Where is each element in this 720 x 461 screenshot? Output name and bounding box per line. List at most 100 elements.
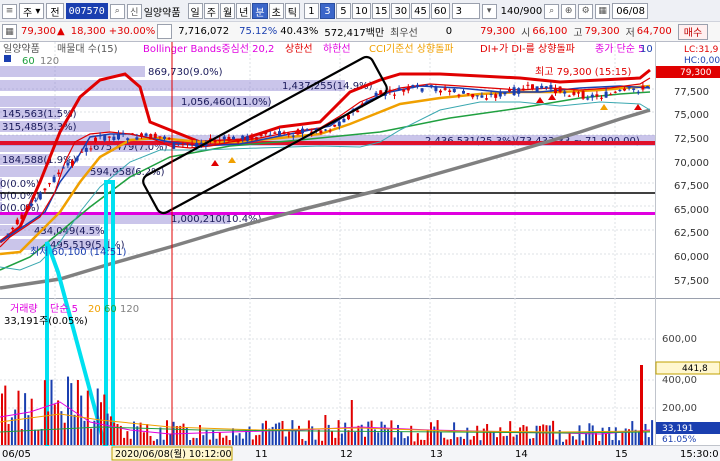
candle-body [531,84,534,90]
chevron-down-icon[interactable]: ▾ [481,3,497,19]
interval-3-button[interactable]: 3 [319,3,335,19]
volume-bar [364,436,366,445]
volume-bar [644,423,647,445]
interval-45-button[interactable]: 45 [411,3,430,19]
volume-profile-label: 869,730(9.0%) [148,67,223,78]
interval-15-button[interactable]: 15 [371,3,391,19]
volume-ratio: 75.12% [239,26,278,37]
volume-bar [321,440,324,445]
period-year-button[interactable]: 년 [236,3,252,19]
volume-legend-60: 60 [104,304,117,315]
period-month-button[interactable]: 월 [219,3,236,19]
interval-1-button[interactable]: 1 [303,3,319,19]
volume-legend-ma: 단순 5 [50,303,78,315]
period-minute-button[interactable]: 분 [252,3,268,19]
candle-body [600,97,603,99]
candle-body [48,183,51,185]
volume-bar [548,425,551,445]
volume-bar [337,420,340,445]
candle-body [462,90,465,94]
volume-bar [466,427,469,445]
period-week-button[interactable]: 주 [203,3,219,19]
volume-bar [631,421,634,445]
interval-buttons: 1 3 5 10 15 30 45 60 [303,3,450,19]
volume-pct-label: 61.05% [662,435,697,445]
preferred-label: 최우선 [390,28,418,39]
volume-bar [90,428,93,445]
volume-bar [449,439,452,445]
search-icon[interactable]: ⌕ [109,3,125,19]
candle-body [558,86,562,93]
time-axis-date: 06/05 [2,449,31,460]
volume-bar [453,422,456,445]
candle-body [273,132,277,134]
volume-bar [281,420,284,445]
candle-body [181,143,185,145]
candle-body [439,90,442,93]
candle-body [416,84,419,87]
volume-bar [426,430,429,445]
candle-body [379,90,383,95]
interval-input[interactable]: 3 [451,3,480,19]
grid-icon[interactable]: ▦ [2,24,17,39]
resistance-line[interactable] [0,141,655,145]
volume-bar [347,430,350,445]
volume-bar [47,411,50,445]
interval-60-button[interactable]: 60 [430,3,450,19]
volume-bar [459,436,462,445]
buy-button[interactable]: 매수 [677,23,709,40]
candle-body [540,85,544,89]
tab-jeon[interactable]: 전 [46,3,64,19]
stock-code-field[interactable]: 007570 [65,3,108,19]
up-arrow-icon: ▲ [57,26,65,37]
interval-10-button[interactable]: 10 [351,3,371,19]
date-field[interactable]: 06/08 [612,3,649,19]
volume-bar [538,425,541,445]
period-second-button[interactable]: 초 [268,3,284,19]
legend-expand-icon[interactable] [4,55,11,62]
volume-bar [133,421,135,445]
candle-body [126,138,130,140]
magnifier-icon[interactable]: ⌕ [544,3,560,19]
candle-body [232,136,235,140]
toggle-box-icon[interactable] [157,24,173,39]
candle-body [140,133,143,137]
candle-body [107,136,111,138]
reference-icon[interactable]: 신 [126,3,142,19]
candle-body [135,137,139,140]
volume-bar [585,432,588,445]
support-line[interactable] [0,212,655,215]
trade-amount: 572,417백만 [324,28,385,39]
volume-bar [443,437,446,445]
crosshair-icon[interactable]: ⊕ [561,3,577,19]
period-tick-button[interactable]: 틱 [284,3,300,19]
candle-body [57,172,61,175]
menu-icon[interactable]: ≡ [2,3,17,19]
volume-bar [621,432,624,445]
candle-body [20,214,24,219]
volume-bar [139,422,142,445]
time-axis-right: 15:30:0 [680,449,719,460]
volume-bar [393,437,396,445]
volume-bar [70,383,73,445]
candle-body [613,91,617,93]
volume-bar [40,428,43,445]
period-day-button[interactable]: 일 [187,3,203,19]
market-label: 주 [23,7,33,19]
candle-body [195,142,199,147]
volume-bar [535,425,538,445]
volume-bar [433,426,436,445]
volume-bar [245,430,248,445]
interval-30-button[interactable]: 30 [391,3,411,19]
interval-5-button[interactable]: 5 [335,3,351,19]
candle-body [255,137,258,140]
candle-body [236,138,240,143]
price-chart[interactable]: 869,730(9.0%) 1,437,255(14.9%) 1,056,460(1… [0,42,720,461]
volume-bar [565,439,568,445]
market-select[interactable]: 주 ▾ [19,3,45,19]
volume-bar [136,426,139,445]
calendar-icon[interactable]: ▦ [595,3,611,19]
settings-icon[interactable]: ⚙ [578,3,594,19]
volume-bar [301,439,304,445]
candle-body [163,136,166,139]
